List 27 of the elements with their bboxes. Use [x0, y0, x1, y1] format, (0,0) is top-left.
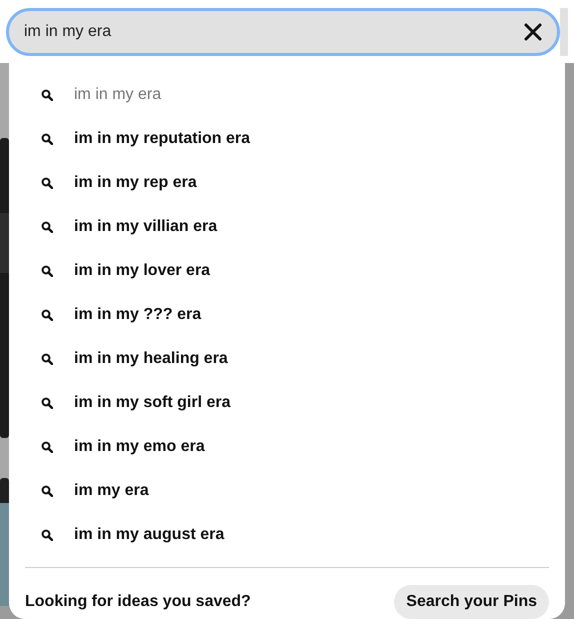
suggestion-item[interactable]: im in my era: [25, 73, 549, 117]
search-pins-button[interactable]: Search your Pins: [394, 585, 549, 619]
search-icon: [41, 485, 53, 497]
search-icon: [41, 133, 53, 145]
close-icon: [524, 22, 542, 40]
search-icon: [41, 89, 53, 101]
suggestion-item[interactable]: im in my soft girl era: [25, 381, 549, 425]
suggestion-item[interactable]: im in my lover era: [25, 249, 549, 293]
search-icon: [41, 353, 53, 365]
suggestion-item[interactable]: im my era: [25, 469, 549, 513]
suggestion-item[interactable]: im in my ??? era: [25, 293, 549, 337]
suggestion-item[interactable]: im in my healing era: [25, 337, 549, 381]
suggestion-item[interactable]: im in my villian era: [25, 205, 549, 249]
suggestion-item[interactable]: im in my rep era: [25, 161, 549, 205]
suggestion-item[interactable]: im in my reputation era: [25, 117, 549, 161]
search-field[interactable]: im in my era: [6, 8, 560, 56]
search-icon: [41, 397, 53, 409]
saved-ideas-prompt: Looking for ideas you saved?: [25, 593, 251, 611]
search-icon: [41, 177, 53, 189]
suggestion-item[interactable]: im in my emo era: [25, 425, 549, 469]
search-icon: [41, 309, 53, 321]
header-bar: [560, 8, 568, 56]
search-icon: [41, 529, 53, 541]
search-icon: [41, 265, 53, 277]
search-icon: [41, 221, 53, 233]
search-icon: [41, 441, 53, 453]
suggestion-item[interactable]: im in my august era: [25, 513, 549, 557]
